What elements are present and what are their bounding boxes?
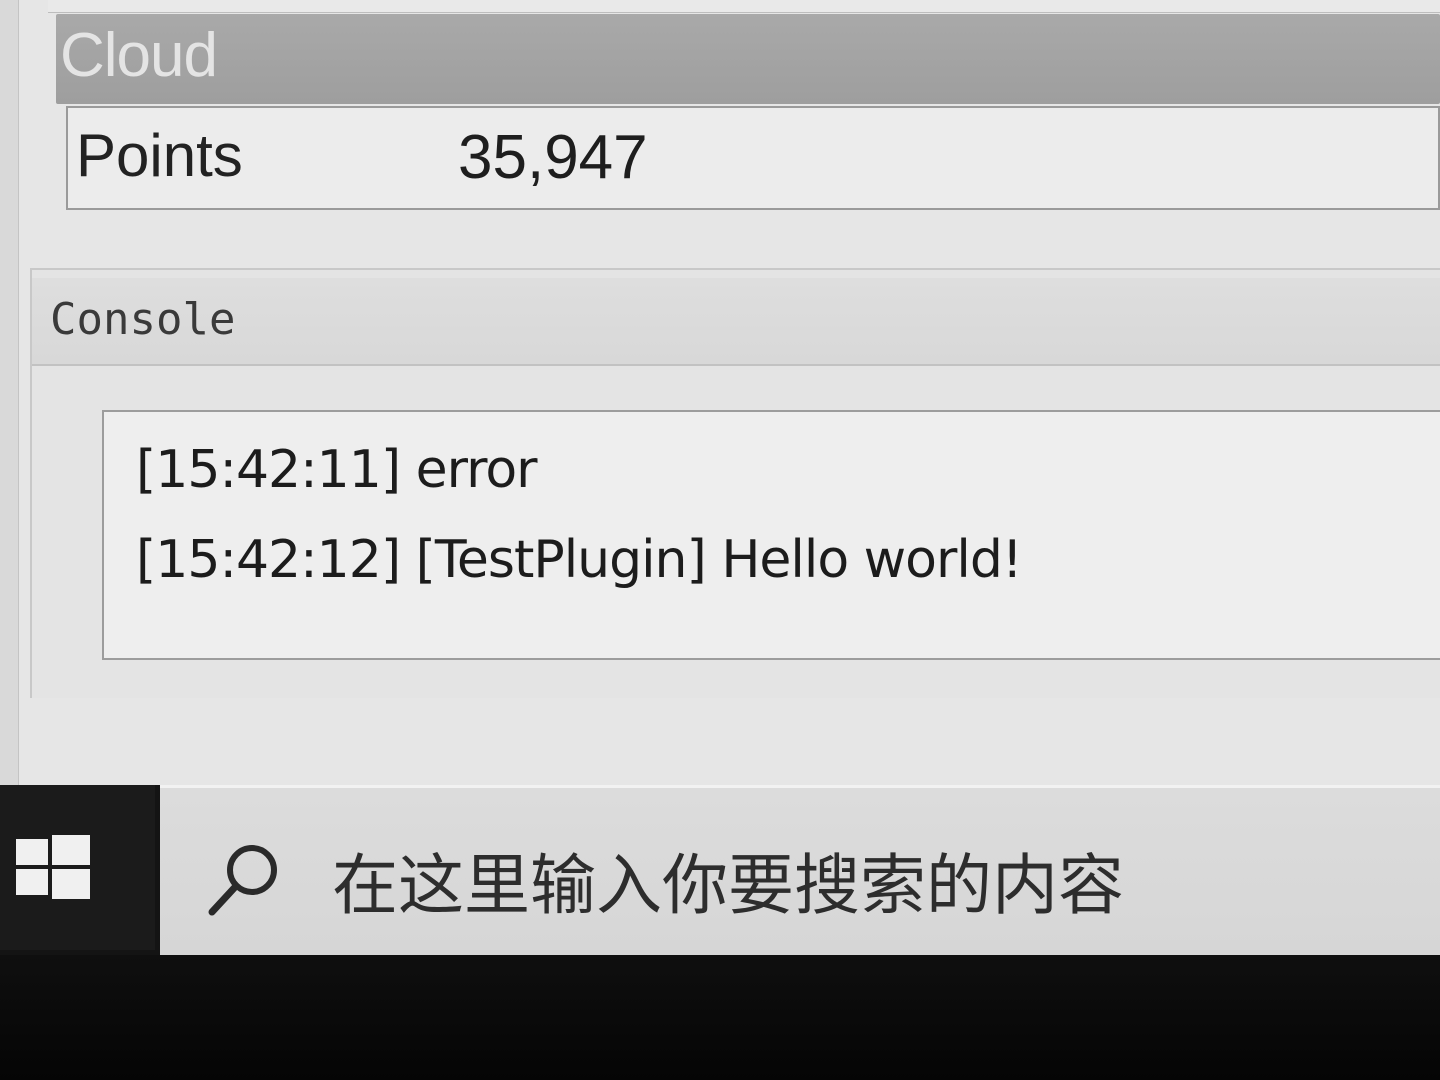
console-group: Console [15:42:11] error [15:42:12] [Tes… bbox=[30, 268, 1440, 698]
console-log-line: [15:42:11] error bbox=[136, 440, 538, 500]
console-output[interactable]: [15:42:11] error [15:42:12] [TestPlugin]… bbox=[102, 410, 1440, 660]
cloud-group: Cloud Points 35,947 bbox=[56, 14, 1440, 214]
console-log-line: [15:42:12] [TestPlugin] Hello world! bbox=[136, 530, 1023, 590]
search-icon bbox=[208, 845, 277, 916]
points-value: 35,947 bbox=[458, 123, 648, 192]
cloud-header: Cloud bbox=[56, 14, 1440, 104]
points-row: Points 35,947 bbox=[66, 106, 1440, 210]
search-placeholder: 在这里输入你要搜索的内容 bbox=[332, 847, 1124, 924]
start-button[interactable] bbox=[0, 785, 155, 950]
taskbar-search-box[interactable]: 在这里输入你要搜索的内容 bbox=[160, 785, 1440, 955]
window-left-edge bbox=[0, 0, 19, 785]
windows-logo-icon bbox=[16, 835, 90, 899]
console-title: Console bbox=[50, 294, 236, 345]
points-label: Points bbox=[76, 122, 243, 189]
top-strip bbox=[48, 0, 1440, 13]
app-window: Cloud Points 35,947 Console [15:42:11] e… bbox=[0, 0, 1440, 785]
console-header: Console bbox=[32, 278, 1440, 366]
cloud-title: Cloud bbox=[60, 21, 218, 90]
monitor-bezel bbox=[0, 955, 1440, 1080]
screen: Cloud Points 35,947 Console [15:42:11] e… bbox=[0, 0, 1440, 1080]
